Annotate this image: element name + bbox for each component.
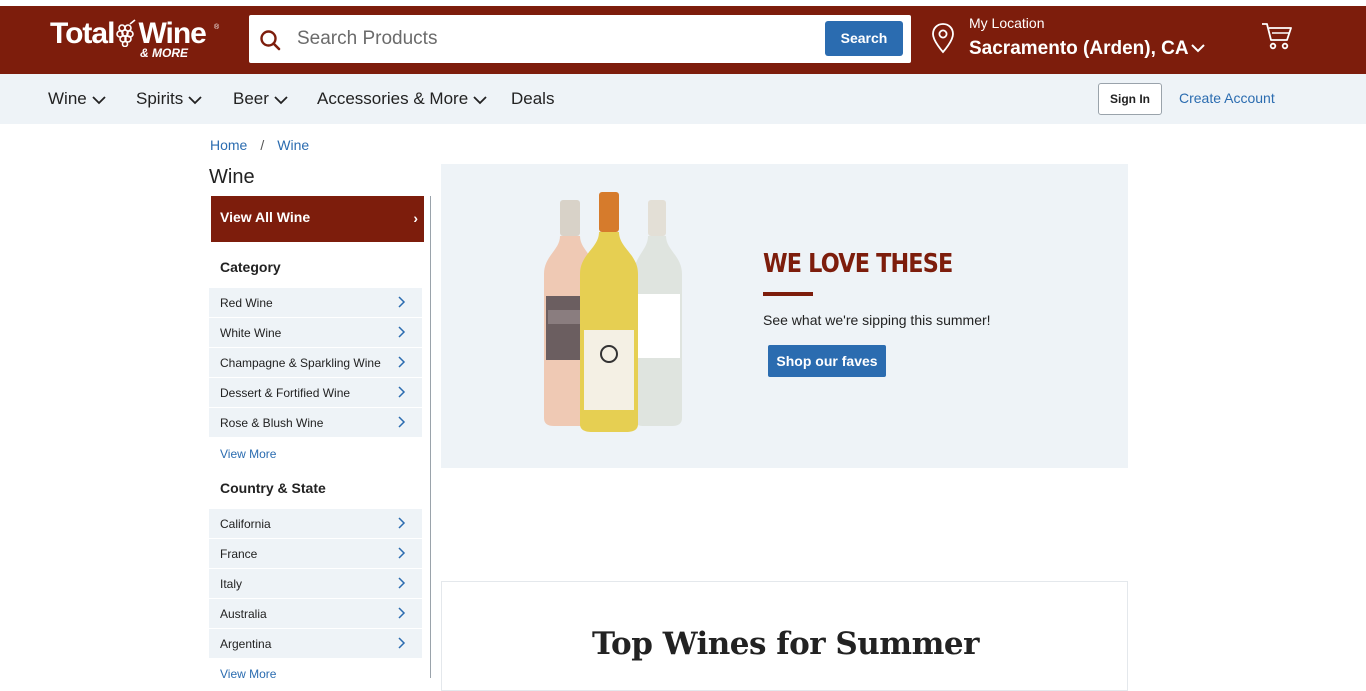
category-list: Red Wine White Wine Champagne & Sparklin… (209, 288, 422, 438)
list-item[interactable]: Rose & Blush Wine (209, 408, 422, 438)
category-view-more-link[interactable]: View More (220, 447, 276, 461)
list-item-label: Italy (220, 577, 243, 591)
nav-item-wine[interactable]: Wine (48, 89, 107, 109)
list-item[interactable]: Champagne & Sparkling Wine (209, 348, 422, 378)
grape-icon (116, 19, 136, 47)
country-list: California France Italy Australia Argent… (209, 509, 422, 659)
view-all-wine-button[interactable]: View All Wine › (211, 196, 424, 242)
chevron-down-icon (274, 95, 288, 104)
list-item-label: Red Wine (220, 296, 273, 310)
country-title: Country & State (220, 480, 326, 496)
list-item-label: France (220, 547, 258, 561)
chevron-down-icon (92, 95, 106, 104)
chevron-right-icon (398, 296, 406, 308)
search-input[interactable] (297, 23, 857, 55)
nav-item-label: Beer (233, 89, 269, 108)
list-item-label: California (220, 517, 271, 531)
chevron-down-icon[interactable] (1190, 40, 1206, 56)
nav-item-label: Deals (511, 89, 555, 108)
chevron-right-icon (398, 637, 406, 649)
search-button[interactable]: Search (825, 21, 903, 56)
page-title: Wine (209, 166, 255, 188)
banner-divider (763, 292, 813, 296)
list-item[interactable]: Australia (209, 599, 422, 629)
chevron-right-icon (398, 386, 406, 398)
chevron-right-icon (398, 356, 406, 368)
nav-item-accessories[interactable]: Accessories & More (317, 89, 488, 109)
nav-item-beer[interactable]: Beer (233, 89, 289, 109)
main-nav: Wine Spirits Beer Accessories & More Dea… (0, 74, 1366, 124)
registered-mark-icon: ® (214, 24, 220, 31)
list-item-label: Australia (220, 607, 267, 621)
chevron-right-icon (398, 517, 406, 529)
location-pin-icon[interactable] (930, 22, 956, 54)
breadcrumb-home[interactable]: Home (210, 137, 247, 153)
view-all-label: View All Wine (220, 209, 311, 225)
create-account-link[interactable]: Create Account (1179, 90, 1275, 106)
location-selector[interactable]: Sacramento (Arden), CA (969, 38, 1189, 60)
banner-title: WE LOVE THESE (763, 249, 953, 279)
chevron-right-icon (398, 547, 406, 559)
logo-subtext: & MORE (140, 46, 188, 60)
breadcrumb-wine[interactable]: Wine (277, 137, 309, 153)
search-icon (260, 30, 281, 51)
logo-text-total: Total (50, 17, 115, 50)
list-item[interactable]: France (209, 539, 422, 569)
list-item[interactable]: California (209, 509, 422, 539)
nav-item-spirits[interactable]: Spirits (136, 89, 203, 109)
nav-item-label: Accessories & More (317, 89, 469, 108)
breadcrumb-separator: / (260, 137, 265, 153)
list-item-label: Argentina (220, 637, 272, 651)
nav-item-label: Spirits (136, 89, 184, 108)
location-label: My Location (969, 15, 1045, 31)
breadcrumb: Home / Wine (210, 137, 309, 153)
list-item[interactable]: Dessert & Fortified Wine (209, 378, 422, 408)
chevron-right-icon (398, 416, 406, 428)
list-item-label: Dessert & Fortified Wine (220, 386, 351, 400)
nav-item-label: Wine (48, 89, 87, 108)
sign-in-button[interactable]: Sign In (1098, 83, 1162, 115)
top-wines-section: Top Wines for Summer (441, 581, 1128, 691)
site-header: TotalWine ® & MORE Search My Location Sa… (0, 6, 1366, 74)
list-item[interactable]: Red Wine (209, 288, 422, 318)
category-title: Category (220, 259, 281, 275)
list-item-label: White Wine (220, 326, 282, 340)
chevron-right-icon (398, 607, 406, 619)
white-bottle (634, 200, 682, 426)
list-item-label: Champagne & Sparkling Wine (220, 356, 381, 370)
search-box: Search (249, 15, 911, 63)
list-item[interactable]: White Wine (209, 318, 422, 348)
country-view-more-link[interactable]: View More (220, 667, 276, 681)
wine-bottles-image (544, 192, 682, 432)
chevron-right-icon: › (413, 210, 418, 226)
filter-sidebar: View All Wine › Category Red Wine White … (209, 196, 431, 681)
chevron-down-icon (188, 95, 202, 104)
chevron-right-icon (398, 577, 406, 589)
chardonnay-bottle (580, 192, 638, 432)
chevron-down-icon (473, 95, 487, 104)
chevron-right-icon (398, 326, 406, 338)
list-item-label: Rose & Blush Wine (220, 416, 324, 430)
section-title: Top Wines for Summer (592, 626, 979, 662)
list-item[interactable]: Argentina (209, 629, 422, 659)
shop-faves-button[interactable]: Shop our faves (768, 345, 886, 377)
list-item[interactable]: Italy (209, 569, 422, 599)
banner-subtitle: See what we're sipping this summer! (763, 312, 991, 328)
nav-item-deals[interactable]: Deals (511, 89, 554, 109)
cart-icon[interactable] (1260, 20, 1294, 52)
promo-banner: WE LOVE THESE See what we're sipping thi… (441, 164, 1128, 468)
